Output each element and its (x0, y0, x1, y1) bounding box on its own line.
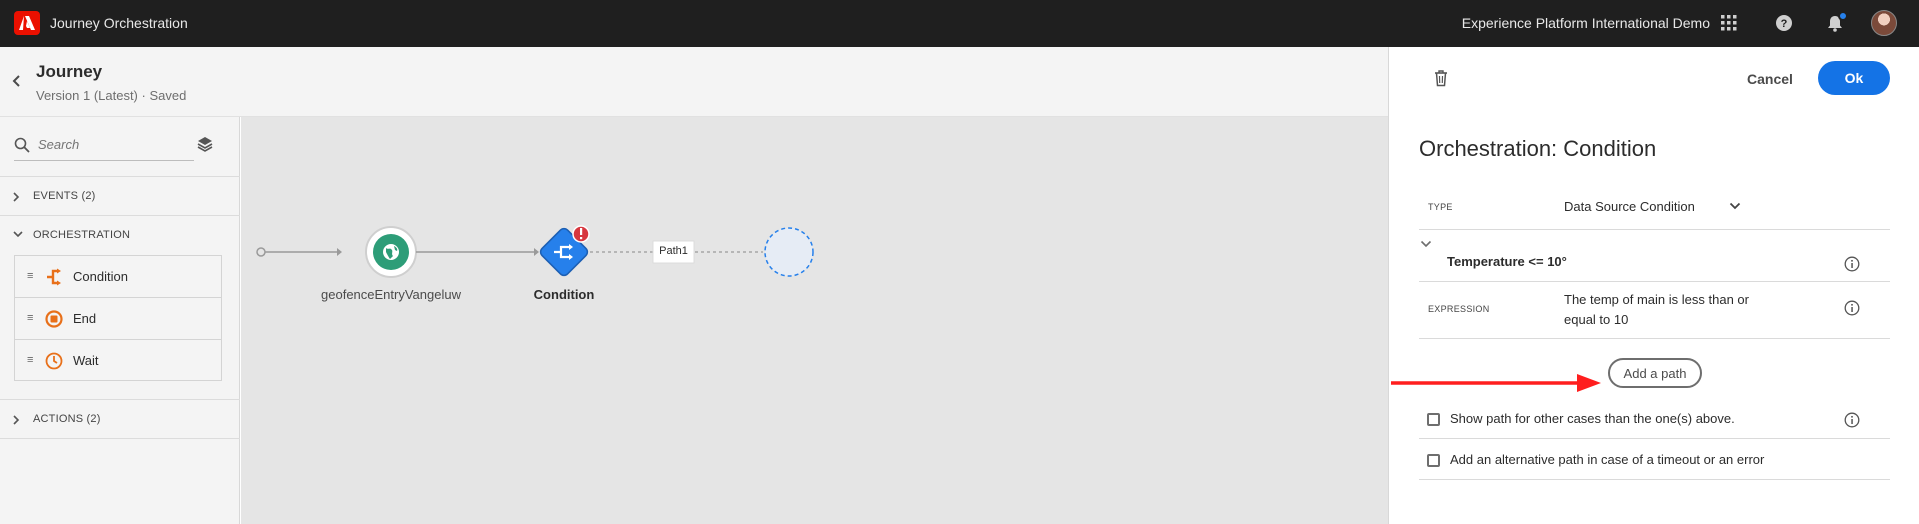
activity-palette: EVENTS (2) ORCHESTRATION ≡ Condition ≡ E… (0, 117, 240, 524)
condition-type-row: TYPE Data Source Condition (1419, 183, 1890, 230)
cancel-button[interactable]: Cancel (1737, 63, 1803, 95)
type-label: TYPE (1428, 202, 1453, 212)
app-title[interactable]: Journey Orchestration (50, 15, 188, 31)
alt-path-label[interactable]: Add an alternative path in case of a tim… (1450, 452, 1764, 467)
expression-label: EXPRESSION (1428, 304, 1490, 314)
layers-icon[interactable] (197, 136, 213, 157)
path-label: Path1 (659, 245, 688, 257)
expression-row: EXPRESSION The temp of main is less than… (1419, 281, 1890, 339)
section-orchestration-label: ORCHESTRATION (33, 229, 131, 241)
alt-path-checkbox[interactable] (1427, 454, 1440, 467)
back-chevron-icon[interactable] (12, 74, 22, 93)
collapse-chevron-icon[interactable] (1420, 240, 1432, 248)
trash-icon[interactable] (1433, 69, 1449, 92)
arrowhead (534, 248, 539, 256)
end-icon (45, 310, 63, 333)
panel-title: Orchestration: Condition (1419, 136, 1657, 161)
org-switcher[interactable]: Experience Platform International Demo (1462, 15, 1710, 31)
activity-label: Wait (73, 353, 99, 368)
empty-node-slot[interactable] (764, 227, 814, 277)
condition-node-label: Condition (533, 287, 595, 302)
search-box (14, 131, 194, 161)
annotation-arrow (1391, 374, 1601, 392)
event-node[interactable] (365, 226, 417, 278)
section-actions[interactable]: ACTIONS (2) (0, 399, 240, 439)
activity-label: Condition (73, 269, 128, 284)
drag-handle-icon[interactable]: ≡ (27, 270, 33, 282)
orchestration-list: ≡ Condition ≡ End ≡ Wait (14, 255, 222, 381)
section-actions-label: ACTIONS (2) (33, 413, 101, 425)
error-badge[interactable] (572, 225, 590, 243)
svg-text:?: ? (1781, 18, 1788, 30)
chevron-down-icon[interactable] (1729, 202, 1741, 210)
activity-condition[interactable]: ≡ Condition (15, 256, 221, 298)
chevron-right-icon (13, 192, 20, 202)
avatar[interactable] (1871, 10, 1897, 36)
notification-badge (1838, 11, 1848, 21)
journey-canvas[interactable]: geofenceEntryVangeluw Condition Path1 (241, 117, 1388, 524)
adobe-logo[interactable] (14, 11, 40, 35)
section-events-label: EVENTS (2) (33, 190, 96, 202)
globe-icon (383, 244, 399, 260)
journey-version: Version 1 (Latest) · Saved (36, 88, 187, 103)
activity-wait[interactable]: ≡ Wait (15, 340, 221, 382)
info-icon[interactable] (1844, 412, 1860, 428)
condition-type-select[interactable]: Data Source Condition (1564, 199, 1695, 214)
info-icon[interactable] (1844, 300, 1860, 316)
top-bar: Journey Orchestration Experience Platfor… (0, 0, 1919, 47)
chevron-right-icon (13, 415, 20, 425)
show-other-cases-checkbox[interactable] (1427, 413, 1440, 426)
start-point (256, 247, 266, 257)
ok-button[interactable]: Ok (1818, 61, 1890, 95)
alt-path-row: Add an alternative path in case of a tim… (1419, 440, 1890, 480)
search-icon (14, 137, 30, 153)
condition-name[interactable]: Temperature <= 10° (1447, 254, 1567, 269)
condition-icon (45, 268, 63, 291)
chevron-down-icon (13, 231, 23, 238)
add-path-button[interactable]: Add a path (1608, 358, 1702, 388)
section-orchestration[interactable]: ORCHESTRATION (0, 215, 240, 255)
journey-title: Journey (36, 62, 103, 81)
expression-value[interactable]: The temp of main is less than or equal t… (1564, 290, 1764, 330)
condition-properties-panel: Cancel Ok Orchestration: Condition TYPE … (1388, 47, 1919, 524)
arrowhead (337, 248, 342, 256)
help-icon[interactable]: ? (1774, 13, 1794, 33)
search-input[interactable] (38, 137, 188, 152)
info-icon[interactable] (1844, 256, 1860, 272)
show-other-cases-label[interactable]: Show path for other cases than the one(s… (1450, 411, 1735, 426)
app-switcher-icon[interactable] (1719, 13, 1739, 33)
drag-handle-icon[interactable]: ≡ (27, 354, 33, 366)
activity-end[interactable]: ≡ End (15, 298, 221, 340)
journey-header: Journey Version 1 (Latest) · Saved (0, 47, 1388, 117)
drag-handle-icon[interactable]: ≡ (27, 312, 33, 324)
event-node-label: geofenceEntryVangeluw (321, 287, 461, 302)
activity-label: End (73, 311, 97, 326)
show-other-cases-row: Show path for other cases than the one(s… (1419, 399, 1890, 439)
section-events[interactable]: EVENTS (2) (0, 176, 240, 216)
wait-icon (45, 352, 63, 375)
